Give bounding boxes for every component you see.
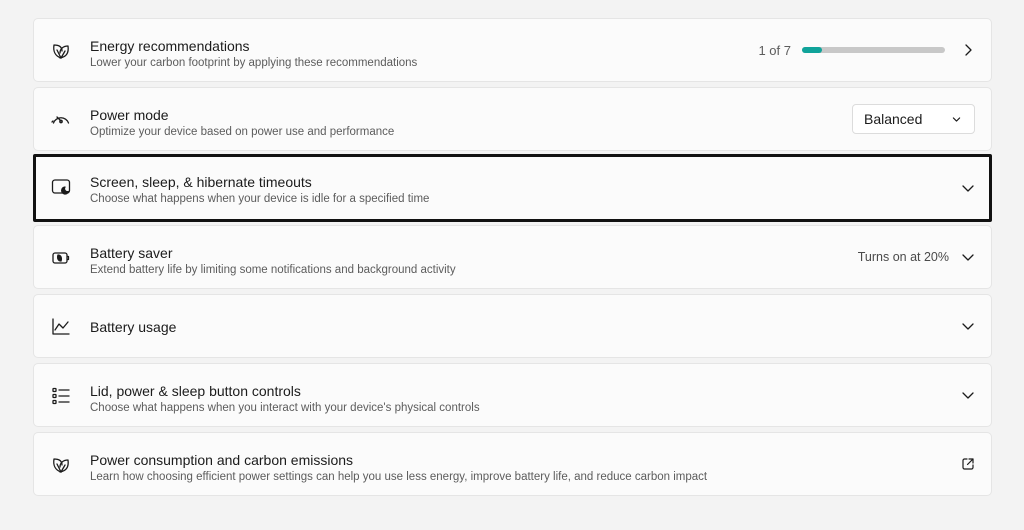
setting-description: Lower your carbon footprint by applying … [90,57,418,69]
setting-title: Screen, sleep, & hibernate timeouts [90,174,312,190]
screen-sleep-icon [51,177,71,197]
setting-description: Optimize your device based on power use … [90,126,395,138]
power-mode-card: Power mode Optimize your device based on… [33,87,992,151]
line-chart-icon [51,317,71,337]
gauge-icon [51,110,71,130]
list-icon [51,386,71,406]
setting-title: Power consumption and carbon emissions [90,452,354,468]
chevron-right-icon[interactable] [961,43,975,57]
setting-description: Choose what happens when your device is … [90,193,430,205]
setting-title: Energy recommendations [90,38,250,54]
battery-saver-icon [51,248,71,268]
setting-description: Choose what happens when you interact wi… [90,402,480,414]
battery-saver-card[interactable]: Battery saver Extend battery life by lim… [33,225,992,289]
battery-usage-card[interactable]: Battery usage [33,294,992,358]
power-consumption-card[interactable]: Power consumption and carbon emissions L… [33,432,992,496]
recommendation-pager: 1 of 7 [758,42,791,58]
setting-title: Lid, power & sleep button controls [90,383,301,399]
setting-description: Extend battery life by limiting some not… [90,264,456,276]
recommendation-progress-fill [802,47,823,53]
chevron-down-icon[interactable] [961,250,975,264]
setting-title: Battery usage [90,319,177,335]
recommendation-progress-bar [802,47,945,53]
leaf-icon [51,455,71,475]
lid-power-sleep-card[interactable]: Lid, power & sleep button controls Choos… [33,363,992,427]
chevron-down-icon[interactable] [961,181,975,195]
leaf-icon [51,41,71,61]
external-link-icon[interactable] [961,457,975,471]
setting-title: Power mode [90,107,169,123]
setting-title: Battery saver [90,245,173,261]
chevron-down-icon [952,116,961,122]
setting-description: Learn how choosing efficient power setti… [90,471,708,483]
screen-sleep-hibernate-card[interactable]: Screen, sleep, & hibernate timeouts Choo… [33,154,992,222]
battery-saver-status: Turns on at 20% [857,250,949,264]
power-mode-selected-value: Balanced [864,111,923,127]
chevron-down-icon[interactable] [961,388,975,402]
chevron-down-icon[interactable] [961,319,975,333]
energy-recommendations-card[interactable]: Energy recommendations Lower your carbon… [33,18,992,82]
power-settings-list: Energy recommendations Lower your carbon… [33,18,992,501]
power-mode-dropdown[interactable]: Balanced [852,104,975,134]
